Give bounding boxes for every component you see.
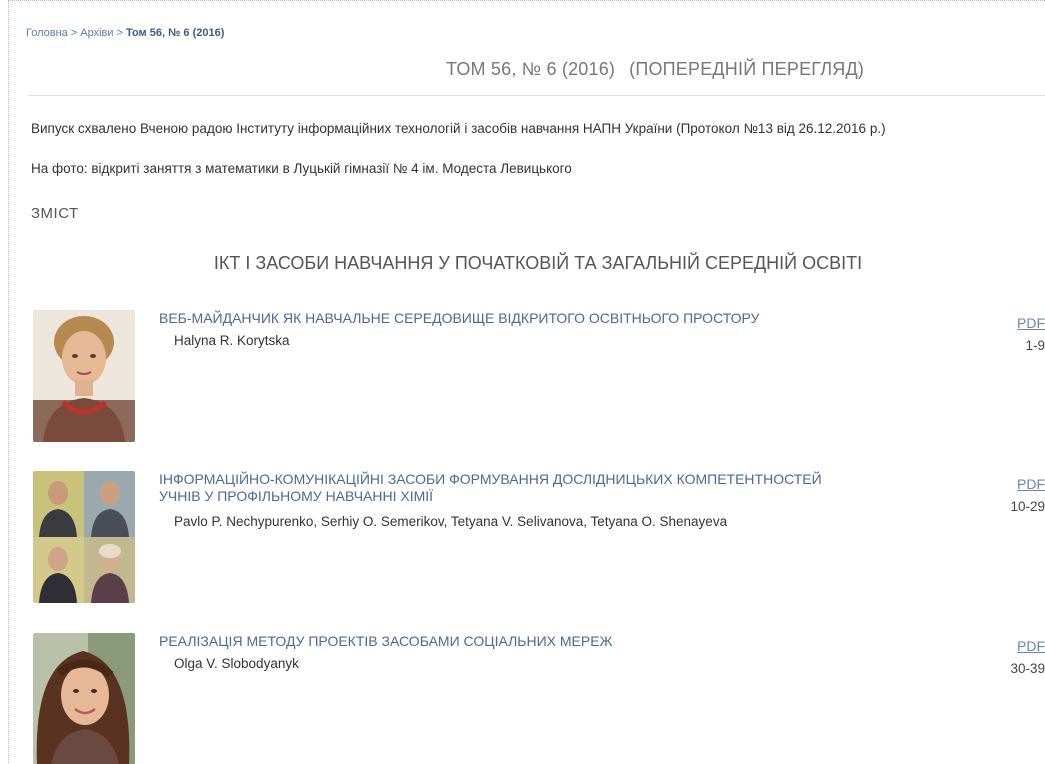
article-title-link[interactable]: ВЕБ-МАЙДАНЧИК ЯК НАВЧАЛЬНЕ СЕРЕДОВИЩЕ ВІ… <box>159 310 839 327</box>
breadcrumb-separator: > <box>116 27 123 39</box>
article-pages: 30-39 <box>1010 661 1045 676</box>
article-title-link[interactable]: ІНФОРМАЦІЙНО-КОМУНІКАЦІЙНІ ЗАСОБИ ФОРМУВ… <box>159 471 839 505</box>
article-pdf-link[interactable]: PDF <box>1017 476 1045 492</box>
page-title: ТОМ 56, № 6 (2016) (ПОПЕРЕДНІЙ ПЕРЕГЛЯД) <box>0 59 1045 80</box>
breadcrumb-home-link[interactable]: Головна <box>26 27 68 39</box>
article-authors: Halyna R. Korytska <box>174 333 290 348</box>
title-divider <box>28 95 1045 96</box>
author-portrait-image <box>33 633 135 764</box>
article-cover-image[interactable] <box>33 310 135 442</box>
article-authors: Pavlo P. Nechypurenko, Serhiy O. Semerik… <box>174 514 728 529</box>
article-pages: 10-29 <box>1010 499 1045 514</box>
toc-section-title: ІКТ І ЗАСОБИ НАВЧАННЯ У ПОЧАТКОВІЙ ТА ЗА… <box>213 253 863 273</box>
article-authors: Olga V. Slobodyanyk <box>174 656 299 671</box>
issue-subtitle: (ПОПЕРЕДНІЙ ПЕРЕГЛЯД) <box>629 59 865 79</box>
author-portrait-image <box>33 310 135 442</box>
article-title-link[interactable]: РЕАЛІЗАЦІЯ МЕТОДУ ПРОЕКТІВ ЗАСОБАМИ СОЦІ… <box>159 633 839 650</box>
breadcrumb-archives-link[interactable]: Архіви <box>80 27 113 39</box>
article-pages: 1-9 <box>1025 338 1045 353</box>
article-pdf-link[interactable]: PDF <box>1017 315 1045 331</box>
breadcrumb-current-link[interactable]: Том 56, № 6 (2016) <box>126 27 224 39</box>
toc-heading: ЗМІСТ <box>31 205 79 222</box>
article-cover-image[interactable] <box>33 633 135 764</box>
breadcrumb-separator: > <box>70 27 78 39</box>
authors-collage-image <box>33 471 135 603</box>
breadcrumb: Головна > Архіви > Том 56, № 6 (2016) <box>26 27 224 39</box>
issue-title: ТОМ 56, № 6 (2016) <box>445 59 616 79</box>
article-pdf-link[interactable]: PDF <box>1017 638 1045 654</box>
article-cover-image[interactable] <box>33 471 135 603</box>
issue-photo-caption: На фото: відкриті заняття з математики в… <box>31 161 572 176</box>
issue-approval-text: Випуск схвалено Вченою радою Інституту і… <box>31 121 886 136</box>
